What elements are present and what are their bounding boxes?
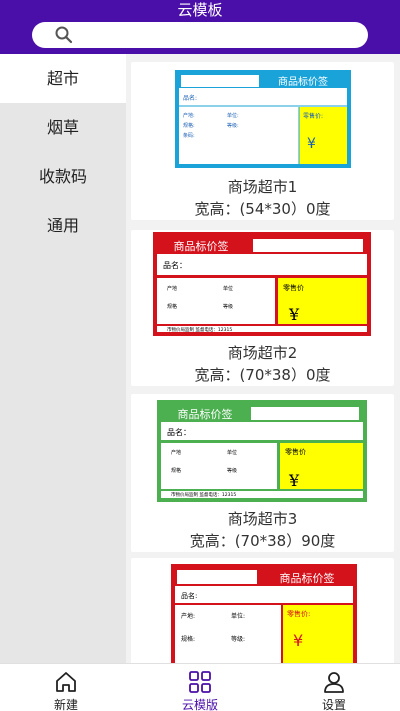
sidebar-item-tobacco[interactable]: 烟草 xyxy=(0,103,126,152)
svg-text:零售价:: 零售价: xyxy=(287,609,310,618)
svg-text:零售价: 零售价 xyxy=(285,447,306,456)
svg-text:零售价:: 零售价: xyxy=(303,112,323,120)
app-header: 云模板 xyxy=(0,0,400,54)
svg-text:等级:: 等级: xyxy=(231,635,245,643)
tab-label: 云模版 xyxy=(181,698,218,711)
svg-text:零售价: 零售价 xyxy=(283,283,304,292)
svg-text:条码:: 条码: xyxy=(183,132,195,139)
template-size: 宽高：(70*38）90度 xyxy=(189,532,336,550)
svg-text:¥: ¥ xyxy=(288,471,300,490)
template-card[interactable]: 商品标价签 品名: 产地: 单位: 规格: 等级: 条码: 零售价: ¥ 商场超… xyxy=(131,62,394,220)
svg-text:¥: ¥ xyxy=(293,631,303,650)
page-title: 云模板 xyxy=(177,1,223,19)
svg-text:产地: 产地 xyxy=(167,285,177,292)
svg-text:¥: ¥ xyxy=(288,305,300,324)
template-list: 商品标价签 品名: 产地: 单位: 规格: 等级: 条码: 零售价: ¥ 商场超… xyxy=(126,54,400,663)
thumb-title: 商品标价签 xyxy=(278,75,328,88)
search-input[interactable] xyxy=(32,22,368,48)
template-thumbnail: 商品标价签 品名: 产地: 单位: 规格: 等级: 零售价: ¥ xyxy=(171,564,357,663)
svg-text:规格: 规格 xyxy=(167,303,177,310)
svg-text:¥: ¥ xyxy=(307,136,316,152)
svg-text:单位: 单位 xyxy=(227,449,237,456)
sidebar-item-label: 通用 xyxy=(46,216,79,235)
tab-new[interactable]: 新建 xyxy=(16,664,116,711)
svg-text:单位:: 单位: xyxy=(231,612,245,620)
thumb-title: 商品标价签 xyxy=(178,407,233,421)
svg-text:产地:: 产地: xyxy=(181,612,195,620)
template-name: 商场超市2 xyxy=(227,344,298,362)
svg-text:单位:: 单位: xyxy=(227,112,239,119)
tab-settings[interactable]: 设置 xyxy=(284,664,384,711)
tab-cloud-templates[interactable]: 云模版 xyxy=(150,664,250,711)
svg-text:规格: 规格 xyxy=(171,467,181,474)
template-thumbnail: 商品标价签 品名： 产地 单位 规格 等级 零售价 ¥ 市物价局监制 监督电话：… xyxy=(157,400,367,502)
svg-text:品名:: 品名: xyxy=(181,591,197,600)
template-name: 商场超市3 xyxy=(227,510,298,528)
svg-text:等级:: 等级: xyxy=(227,122,239,129)
svg-text:规格:: 规格: xyxy=(183,122,195,129)
home-icon xyxy=(56,672,76,692)
template-size: 宽高：(54*30）0度 xyxy=(194,200,331,218)
svg-text:市物价局监制 监督电话：12315: 市物价局监制 监督电话：12315 xyxy=(167,326,232,333)
svg-text:市物价局监制 监督电话：12315: 市物价局监制 监督电话：12315 xyxy=(171,491,236,498)
template-card[interactable]: 商品标价签 品名: 产地: 单位: 规格: 等级: 零售价: ¥ xyxy=(131,558,394,663)
sidebar-item-label: 超市 xyxy=(46,69,79,88)
svg-text:品名:: 品名: xyxy=(183,94,197,102)
sidebar-item-general[interactable]: 通用 xyxy=(0,201,126,250)
svg-text:等级: 等级 xyxy=(223,303,233,310)
sidebar-item-label: 收款码 xyxy=(38,167,87,186)
thumb-title: 商品标价签 xyxy=(280,571,335,585)
template-card[interactable]: 商品标价签 品名： 产地 单位 规格 等级 零售价 ¥ 市物价局监制 监督电话：… xyxy=(131,394,394,552)
svg-text:品名：: 品名： xyxy=(163,260,187,270)
tab-label: 新建 xyxy=(53,698,78,711)
grid-icon xyxy=(189,671,211,693)
bottom-tab-bar: 新建 云模版 设置 xyxy=(0,663,400,711)
sidebar-item-supermarket[interactable]: 超市 xyxy=(0,54,126,103)
template-name: 商场超市1 xyxy=(227,178,298,196)
template-size: 宽高：(70*38）0度 xyxy=(194,366,331,384)
svg-text:等级: 等级 xyxy=(227,467,237,474)
user-icon xyxy=(324,672,344,693)
template-thumbnail: 商品标价签 品名: 产地: 单位: 规格: 等级: 条码: 零售价: ¥ xyxy=(175,70,351,168)
tab-label: 设置 xyxy=(321,698,346,711)
template-card[interactable]: 商品标价签 品名： 产地 单位 规格 等级 零售价 ¥ 市物价局监制 监督电话：… xyxy=(131,230,394,386)
thumb-title: 商品标价签 xyxy=(174,239,229,253)
category-sidebar: 超市 烟草 收款码 通用 xyxy=(0,54,126,663)
template-thumbnail: 商品标价签 品名： 产地 单位 规格 等级 零售价 ¥ 市物价局监制 监督电话：… xyxy=(153,232,371,336)
sidebar-item-label: 烟草 xyxy=(46,118,79,137)
svg-text:品名：: 品名： xyxy=(167,427,191,437)
sidebar-item-payment-code[interactable]: 收款码 xyxy=(0,152,126,201)
svg-text:产地:: 产地: xyxy=(183,112,195,119)
svg-text:规格:: 规格: xyxy=(181,635,195,643)
search-icon xyxy=(55,26,73,44)
svg-text:单位: 单位 xyxy=(223,285,233,292)
svg-text:产地: 产地 xyxy=(171,449,181,456)
